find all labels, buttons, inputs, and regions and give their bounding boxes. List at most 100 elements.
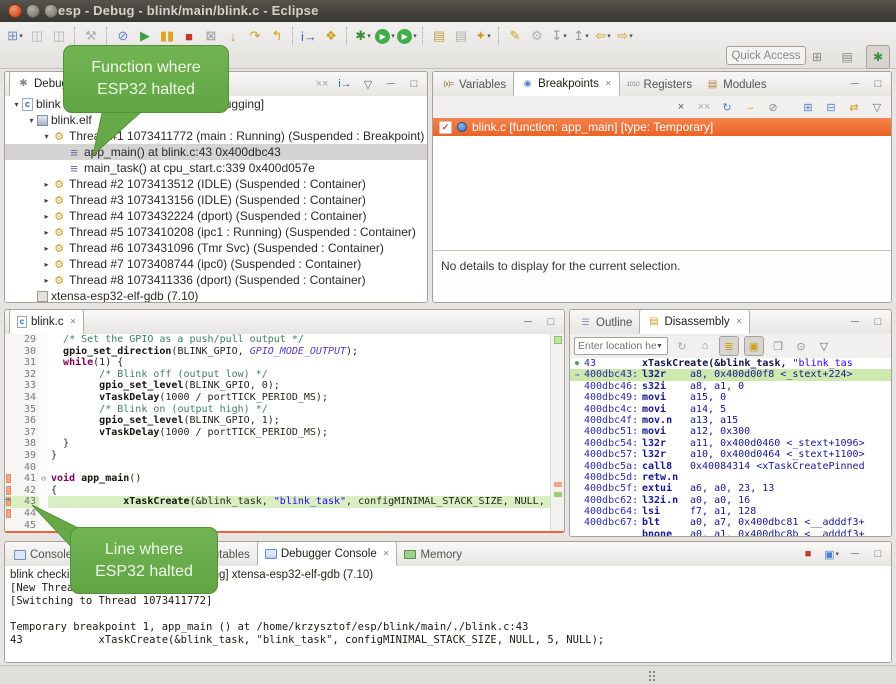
tree-row[interactable]: ▸Thread #4 1073432224 (dport) (Suspended… xyxy=(5,208,427,224)
code-editor[interactable]: 29 /* Set the GPIO as a push/pull output… xyxy=(5,334,551,531)
code-line-31[interactable]: 31 while(1) { xyxy=(5,357,551,369)
code-line-45[interactable]: 45 xyxy=(5,520,551,532)
tree-row[interactable]: ▸Thread #3 1073413156 (IDLE) (Suspended … xyxy=(5,192,427,208)
collapsed-arrow-icon[interactable]: ▸ xyxy=(41,196,52,205)
tab-memory[interactable]: Memory xyxy=(397,543,469,566)
tree-row[interactable]: ▸Thread #7 1073408744 (ipc0) (Suspended … xyxy=(5,256,427,272)
disassembly-listing[interactable]: ●43xTaskCreate(&blink_task, "blink_tas→4… xyxy=(570,358,891,536)
chevron-down-icon[interactable]: ▾ xyxy=(607,32,611,40)
forward-icon[interactable]: ⇨▾ xyxy=(614,25,636,47)
chevron-down-icon[interactable]: ▾ xyxy=(629,32,633,40)
location-input[interactable] xyxy=(575,340,656,352)
breakpoint-row[interactable]: ✓ blink.c [function: app_main] [type: Te… xyxy=(433,118,891,136)
expanded-arrow-icon[interactable]: ▾ xyxy=(41,132,52,141)
code-line-29[interactable]: 29 /* Set the GPIO as a push/pull output… xyxy=(5,334,551,346)
cpp-perspective-icon[interactable]: ▤ xyxy=(836,46,858,68)
annotation-gutter[interactable] xyxy=(5,462,14,474)
annotation-gutter[interactable] xyxy=(5,380,14,392)
terminate-icon[interactable]: ■ xyxy=(178,25,200,47)
close-tab-icon[interactable]: ✕ xyxy=(70,317,77,326)
disasm-row[interactable]: 400dbc5f:extuia6, a0, 23, 13 xyxy=(570,483,891,494)
breakpoint-checkbox[interactable]: ✓ xyxy=(439,121,452,134)
annotation-gutter[interactable] xyxy=(5,473,14,485)
disasm-row[interactable]: 400dbc54:l32ra11, 0x400d0460 <_stext+109… xyxy=(570,438,891,449)
collapsed-arrow-icon[interactable]: ▸ xyxy=(41,260,52,269)
code-line-42[interactable]: 42{ xyxy=(5,485,551,497)
code-line-43[interactable]: →43 xTaskCreate(&blink_task, "blink_task… xyxy=(5,496,551,508)
tab-outline[interactable]: Outline xyxy=(572,311,639,334)
annotation-gutter[interactable] xyxy=(5,404,14,416)
debug-perspective-icon[interactable]: ✱ xyxy=(866,45,890,69)
chevron-down-icon[interactable]: ▾ xyxy=(585,32,589,40)
maximize-icon[interactable]: □ xyxy=(406,75,422,93)
tree-row[interactable]: ▾blink checking [GDB Hardware Debugging] xyxy=(5,96,427,112)
code-line-32[interactable]: 32 /* Blink off (output low) */ xyxy=(5,369,551,381)
code-line-36[interactable]: 36 gpio_set_level(BLINK_GPIO, 1); xyxy=(5,415,551,427)
collapsed-arrow-icon[interactable]: ▸ xyxy=(41,180,52,189)
disasm-row[interactable]: →400dbc43:l32ra8, 0x400d00f8 <_stext+224… xyxy=(570,369,891,380)
show-breakpoints-supported-icon[interactable]: ↻ xyxy=(719,99,735,115)
disasm-row[interactable]: 400dbc46:s32ia8, a1, 0 xyxy=(570,381,891,392)
step-over-icon[interactable]: ↷ xyxy=(244,25,266,47)
resume-icon[interactable]: ▶ xyxy=(134,25,156,47)
tab-blink-c[interactable]: blink.c ✕ xyxy=(9,309,84,334)
maximize-icon[interactable]: □ xyxy=(543,313,559,331)
skip-all-breakpoints-icon[interactable]: ⊘ xyxy=(765,99,781,115)
external-tools-icon[interactable]: ▶▾ xyxy=(396,25,418,47)
expanded-arrow-icon[interactable]: ▾ xyxy=(11,100,22,109)
tree-row[interactable]: ▸Thread #8 1073411336 (dport) (Suspended… xyxy=(5,272,427,288)
show-source-toggle[interactable]: ≣ xyxy=(719,336,739,356)
tab-debug[interactable]: Debug ✕ xyxy=(9,71,89,96)
annotation-gutter[interactable] xyxy=(5,346,14,358)
next-annotation-icon[interactable]: ↧▾ xyxy=(548,25,570,47)
tab-console[interactable]: Console xyxy=(7,543,79,566)
sync-selection-toggle[interactable]: ▣ xyxy=(744,336,764,356)
location-combo[interactable]: ▼ xyxy=(574,337,668,355)
annotation-gutter[interactable] xyxy=(5,520,14,532)
instruction-stepping-toggle-icon[interactable]: i→ xyxy=(337,75,353,93)
minimize-icon[interactable]: ─ xyxy=(520,313,536,331)
remove-all-terminated-icon[interactable]: ×× xyxy=(314,75,330,93)
close-tab-icon[interactable]: ✕ xyxy=(383,549,390,558)
code-line-41[interactable]: 41⊖void app_main() xyxy=(5,473,551,485)
code-line-37[interactable]: 37 vTaskDelay(1000 / portTICK_PERIOD_MS)… xyxy=(5,427,551,439)
collapsed-arrow-icon[interactable]: ▸ xyxy=(41,228,52,237)
collapsed-arrow-icon[interactable]: ▸ xyxy=(41,244,52,253)
remove-selected-breakpoints-icon[interactable]: × xyxy=(673,99,689,115)
tree-row[interactable]: ▾Thread #1 1073411772 (main : Running) (… xyxy=(5,128,427,144)
maximize-icon[interactable]: □ xyxy=(870,313,886,331)
home-icon[interactable]: ⌂ xyxy=(696,337,714,355)
close-window-button[interactable] xyxy=(8,4,22,18)
tree-row[interactable]: ▸Thread #2 1073413512 (IDLE) (Suspended … xyxy=(5,176,427,192)
disasm-row[interactable]: 400dbc4c:movia14, 5 xyxy=(570,404,891,415)
expanded-arrow-icon[interactable]: ▾ xyxy=(26,116,37,125)
code-line-30[interactable]: 30 gpio_set_direction(BLINK_GPIO, GPIO_M… xyxy=(5,346,551,358)
annotation-gutter[interactable] xyxy=(5,415,14,427)
previous-annotation-icon[interactable]: ↥▾ xyxy=(570,25,592,47)
chevron-down-icon[interactable]: ▾ xyxy=(835,550,839,558)
open-new-view-icon[interactable]: ❐ xyxy=(769,337,787,355)
disasm-row[interactable]: 400dbc4f:mov.na13, a15 xyxy=(570,415,891,426)
chevron-down-icon[interactable]: ▼ xyxy=(656,343,663,350)
close-tab-icon[interactable]: ✕ xyxy=(74,79,81,88)
chevron-down-icon[interactable]: ▾ xyxy=(391,32,395,40)
resize-grip[interactable] xyxy=(648,670,656,681)
debug-icon[interactable]: ✱▾ xyxy=(352,25,374,47)
save-all-icon[interactable]: ◫ xyxy=(48,25,70,47)
code-line-38[interactable]: 38 } xyxy=(5,438,551,450)
annotation-gutter[interactable] xyxy=(5,357,14,369)
collapsed-arrow-icon[interactable]: ▸ xyxy=(41,276,52,285)
back-icon[interactable]: ⇦▾ xyxy=(592,25,614,47)
last-edit-location-icon[interactable]: ✎ xyxy=(504,25,526,47)
minimize-icon[interactable]: ─ xyxy=(847,75,863,93)
tree-row[interactable]: app_main() at blink.c:43 0x400dbc43 xyxy=(5,144,427,160)
remove-all-breakpoints-icon[interactable]: ×× xyxy=(696,99,712,115)
code-line-44[interactable]: 44 xyxy=(5,508,551,520)
minimize-icon[interactable]: ─ xyxy=(847,313,863,331)
tab-registers[interactable]: Registers xyxy=(620,73,700,96)
disasm-row[interactable]: 400dbc57:l32ra10, 0x400d0464 <_stext+110… xyxy=(570,449,891,460)
chevron-down-icon[interactable]: ▾ xyxy=(413,32,417,40)
instruction-pointer-gutter[interactable]: → xyxy=(5,496,14,508)
search-icon[interactable]: ✦▾ xyxy=(472,25,494,47)
fold-collapse-icon[interactable]: ⊖ xyxy=(39,473,48,485)
